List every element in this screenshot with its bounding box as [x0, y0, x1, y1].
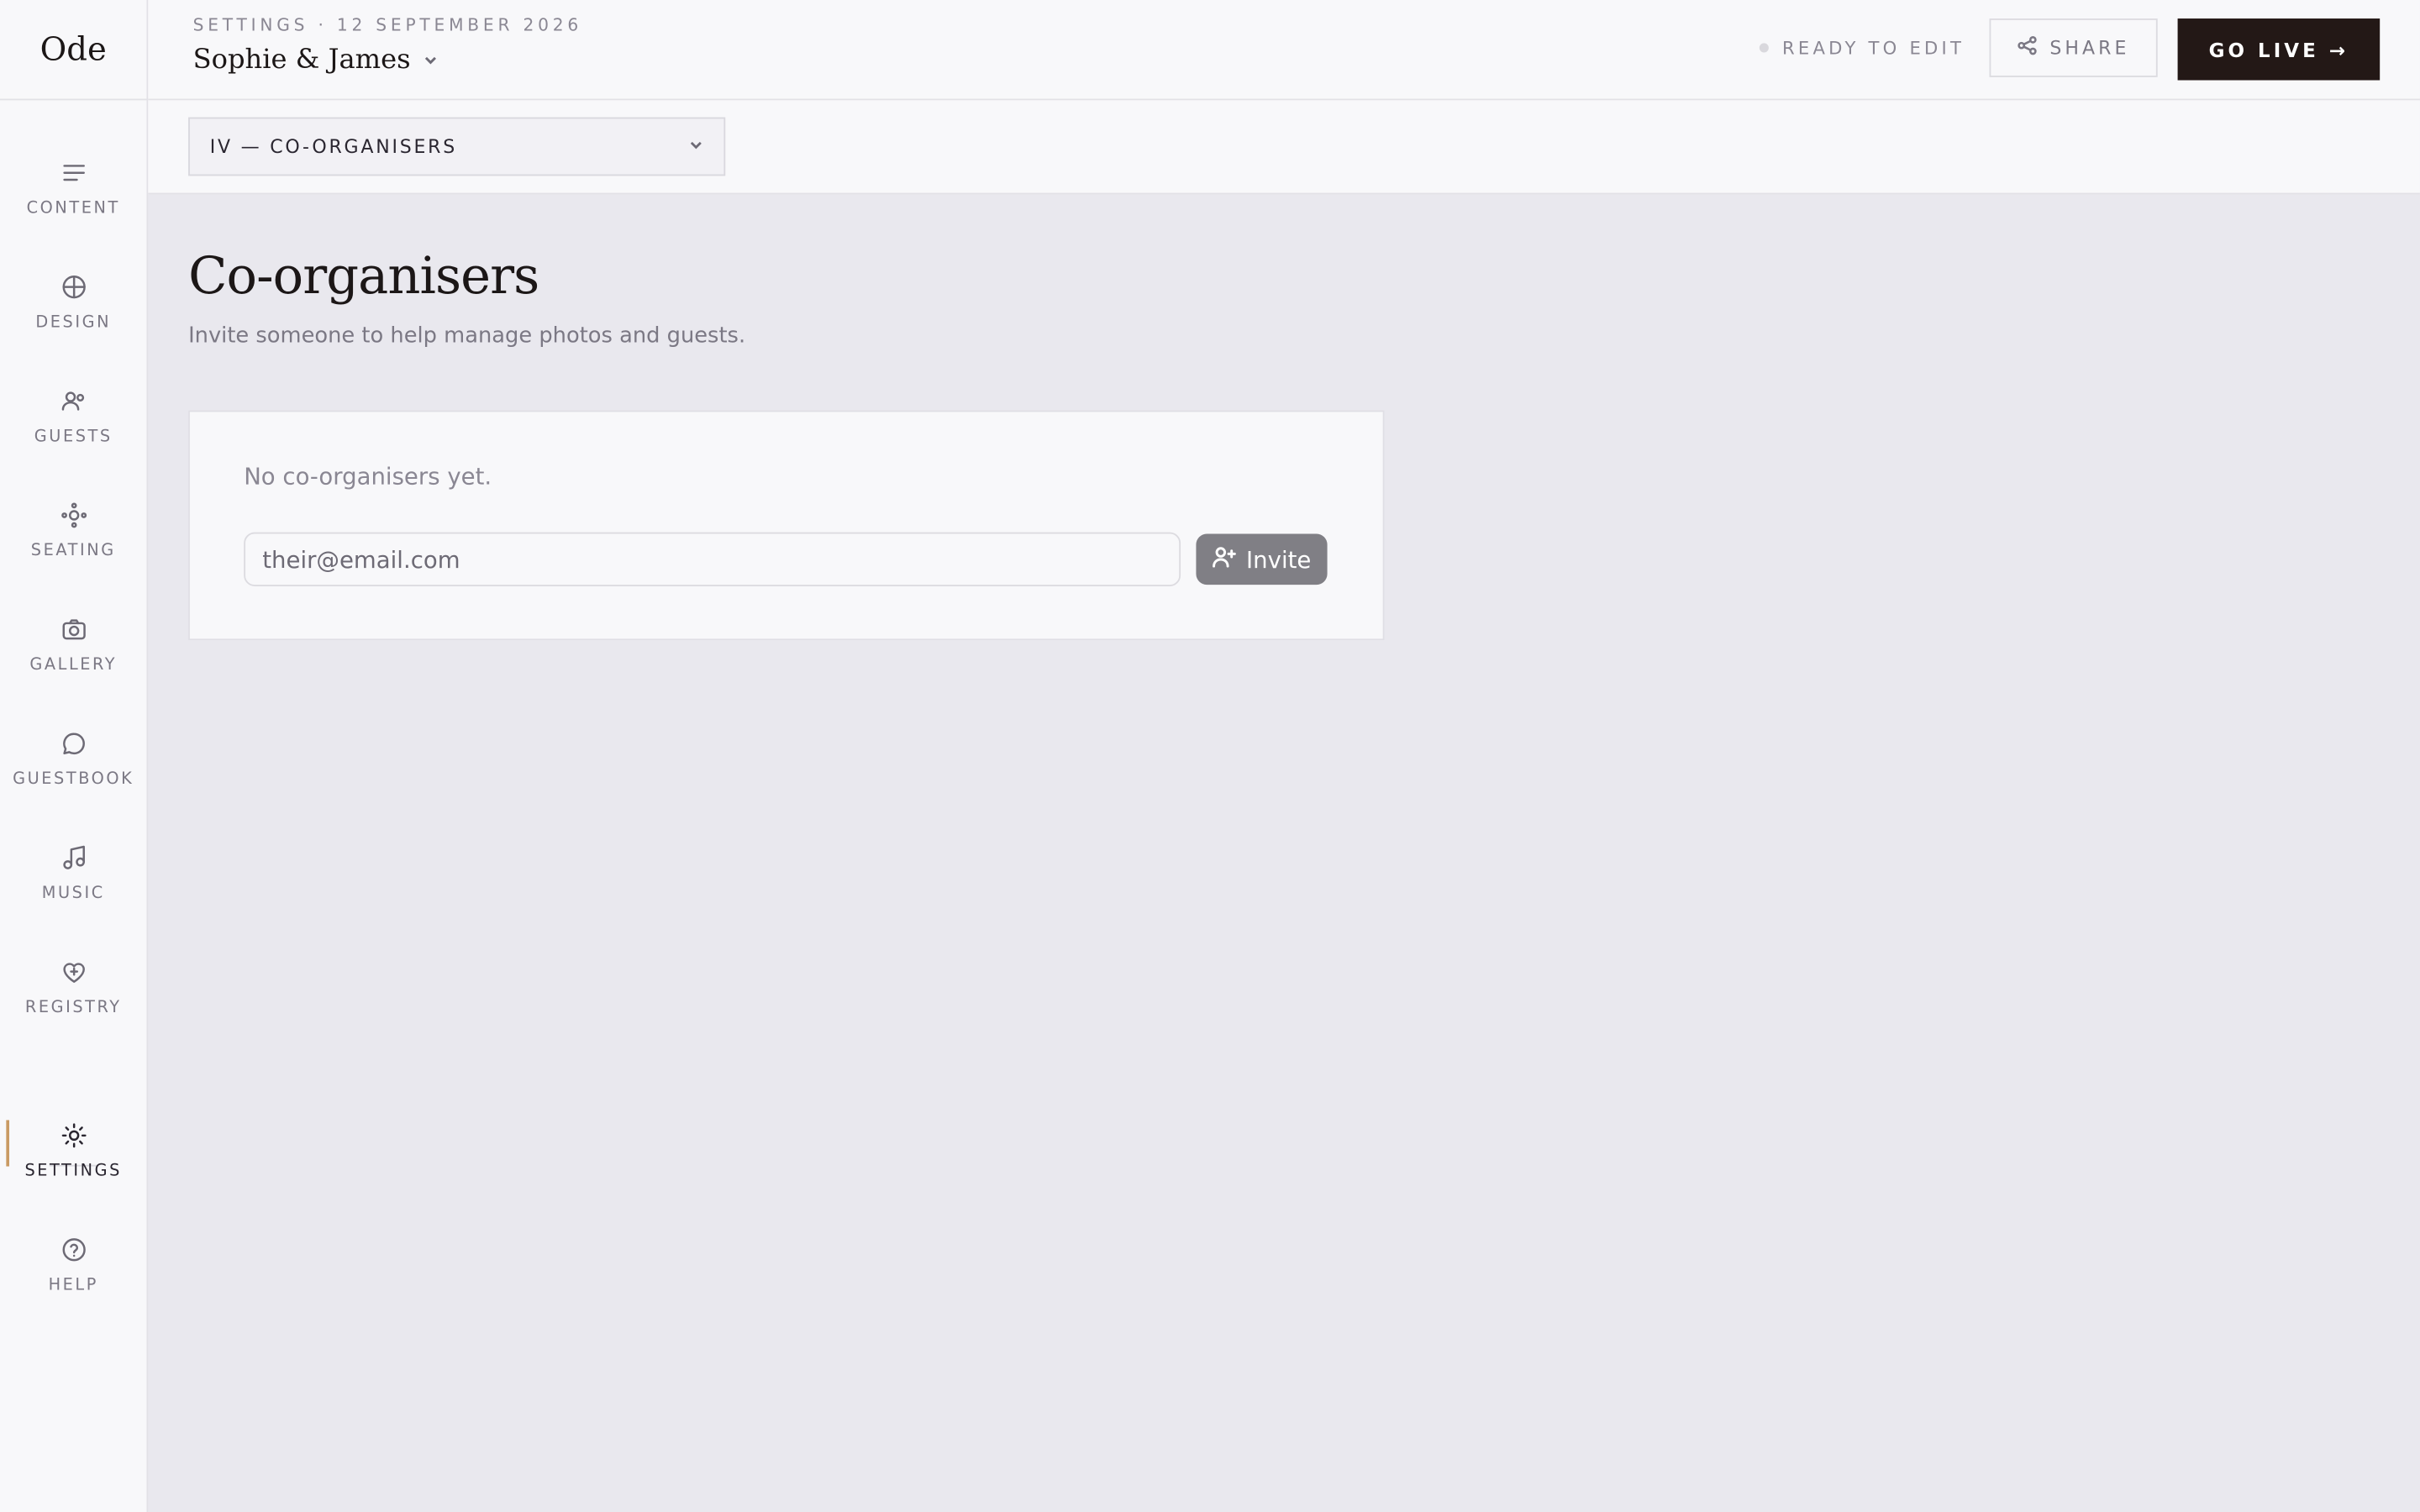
email-field[interactable] [244, 532, 1181, 586]
invite-button[interactable]: Invite [1196, 533, 1328, 585]
sidebar-item-guests[interactable]: GUESTS [0, 386, 146, 472]
sidebar-item-label: SETTINGS [24, 1162, 123, 1181]
camera-icon [58, 614, 89, 645]
top-bar: SETTINGS · 12 SEPTEMBER 2026 Sophie & Ja… [148, 0, 2420, 101]
sidebar-item-label: GUESTBOOK [13, 769, 134, 789]
share-button[interactable]: SHARE [1989, 18, 2158, 77]
sidebar-item-content[interactable]: CONTENT [0, 157, 146, 244]
sidebar-item-label: GUESTS [34, 427, 113, 446]
heart-plus-icon [58, 957, 89, 988]
active-indicator [6, 1120, 10, 1167]
main-content: Co-organisers Invite someone to help man… [148, 194, 2420, 1512]
chat-bubble-icon [58, 728, 89, 759]
sidebar-item-music[interactable]: MUSIC [0, 843, 146, 929]
page-title: Co-organisers [188, 245, 539, 306]
project-name: Sophie & James [192, 45, 411, 76]
section-select[interactable]: IV — CO-ORGANISERS [188, 117, 726, 176]
sidebar-item-guestbook[interactable]: GUESTBOOK [0, 728, 146, 815]
empty-state-text: No co-organisers yet. [244, 463, 492, 491]
share-icon [2018, 35, 2038, 60]
app-root: Ode CONTENT DESIGN GUESTS SEATING GALLER… [0, 0, 2420, 1512]
sidebar-item-seating[interactable]: SEATING [0, 500, 146, 586]
help-circle-icon [58, 1234, 89, 1265]
sidebar-item-registry[interactable]: REGISTRY [0, 957, 146, 1043]
sidebar-item-label: GALLERY [29, 655, 118, 675]
section-bar: IV — CO-ORGANISERS [148, 100, 2420, 195]
project-switcher[interactable]: Sophie & James [193, 45, 439, 76]
invite-label: Invite [1246, 545, 1312, 574]
co-organisers-card: No co-organisers yet. Invite [188, 410, 1385, 641]
app-logo[interactable]: Ode [0, 0, 147, 101]
gear-icon [58, 1120, 89, 1151]
sidebar-item-label: DESIGN [35, 312, 112, 332]
music-note-icon [58, 843, 89, 874]
sidebar: Ode CONTENT DESIGN GUESTS SEATING GALLER… [0, 0, 149, 1512]
nodes-icon [58, 500, 89, 531]
user-plus-icon [1213, 543, 1237, 575]
sidebar-item-label: CONTENT [26, 198, 120, 218]
status-label: READY TO EDIT [1782, 37, 1965, 59]
compass-icon [58, 271, 89, 302]
sidebar-item-label: REGISTRY [24, 998, 122, 1017]
sidebar-item-label: MUSIC [41, 884, 105, 903]
users-icon [58, 386, 89, 417]
section-select-value: IV — CO-ORGANISERS [209, 135, 457, 158]
lines-icon [58, 157, 89, 188]
sidebar-item-label: HELP [48, 1275, 98, 1294]
chevron-down-icon [423, 45, 438, 76]
page-subtitle: Invite someone to help manage photos and… [188, 323, 746, 349]
status-dot-icon [1759, 43, 1769, 53]
sidebar-item-help[interactable]: HELP [0, 1234, 146, 1320]
breadcrumb: SETTINGS · 12 SEPTEMBER 2026 [192, 15, 582, 36]
edit-status: READY TO EDIT [1759, 37, 1965, 59]
sidebar-item-design[interactable]: DESIGN [0, 271, 146, 358]
share-label: SHARE [2049, 37, 2130, 59]
chevron-down-icon [688, 136, 703, 158]
go-live-button[interactable]: GO LIVE → [2177, 18, 2381, 81]
sidebar-item-settings[interactable]: SETTINGS [0, 1120, 146, 1206]
sidebar-item-gallery[interactable]: GALLERY [0, 614, 146, 701]
sidebar-item-label: SEATING [30, 541, 116, 560]
